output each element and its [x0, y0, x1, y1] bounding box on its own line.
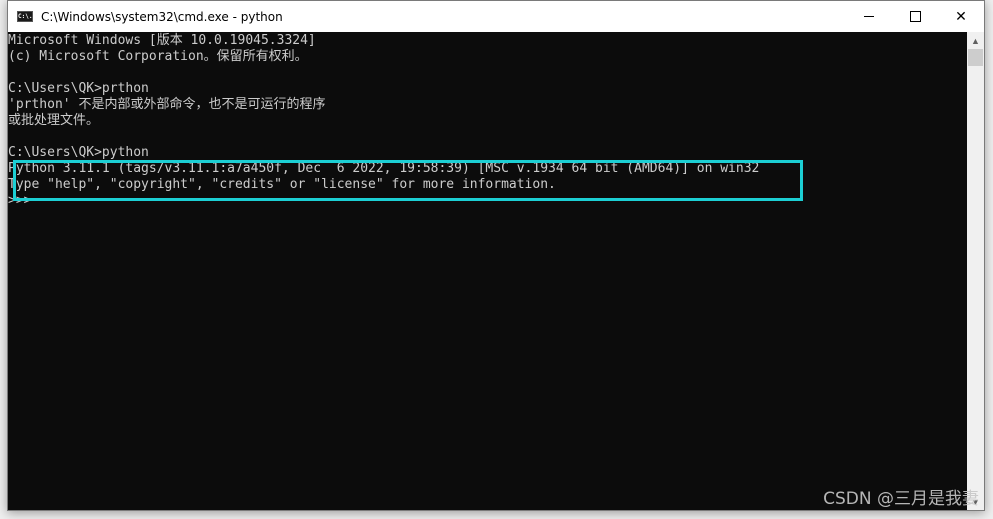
console-line: >>>	[8, 193, 40, 208]
vertical-scrollbar[interactable]: ▲ ▼	[967, 32, 984, 510]
cmd-window: C:\. C:\Windows\system32\cmd.exe - pytho…	[7, 0, 985, 511]
maximize-button[interactable]	[892, 1, 938, 32]
console-text: Microsoft Windows [版本 10.0.19045.3324] (…	[8, 32, 968, 209]
minimize-icon	[864, 16, 874, 17]
close-icon: ✕	[955, 8, 967, 24]
console-line: (c) Microsoft Corporation。保留所有权利。	[8, 49, 308, 64]
title-bar[interactable]: C:\. C:\Windows\system32\cmd.exe - pytho…	[8, 1, 984, 32]
minimize-button[interactable]	[846, 1, 892, 32]
console-line: Microsoft Windows [版本 10.0.19045.3324]	[8, 33, 316, 48]
close-button[interactable]: ✕	[938, 1, 984, 32]
console-line: Type "help", "copyright", "credits" or "…	[8, 177, 556, 192]
console-output[interactable]: Microsoft Windows [版本 10.0.19045.3324] (…	[8, 32, 968, 510]
scroll-thumb[interactable]	[968, 49, 983, 66]
scroll-up-button[interactable]: ▲	[967, 32, 984, 49]
cmd-icon: C:\.	[17, 11, 33, 22]
window-title: C:\Windows\system32\cmd.exe - python	[41, 9, 283, 24]
chevron-up-icon: ▲	[971, 35, 980, 46]
console-line: C:\Users\QK>python	[8, 145, 149, 160]
console-line: 或批处理文件。	[8, 113, 100, 128]
watermark: CSDN @三月是我妻	[823, 489, 979, 509]
console-line: C:\Users\QK>prthon	[8, 81, 149, 96]
maximize-icon	[909, 11, 921, 22]
console-line: Python 3.11.1 (tags/v3.11.1:a7a450f, Dec…	[8, 161, 760, 176]
console-line: 'prthon' 不是内部或外部命令，也不是可运行的程序	[8, 97, 326, 112]
